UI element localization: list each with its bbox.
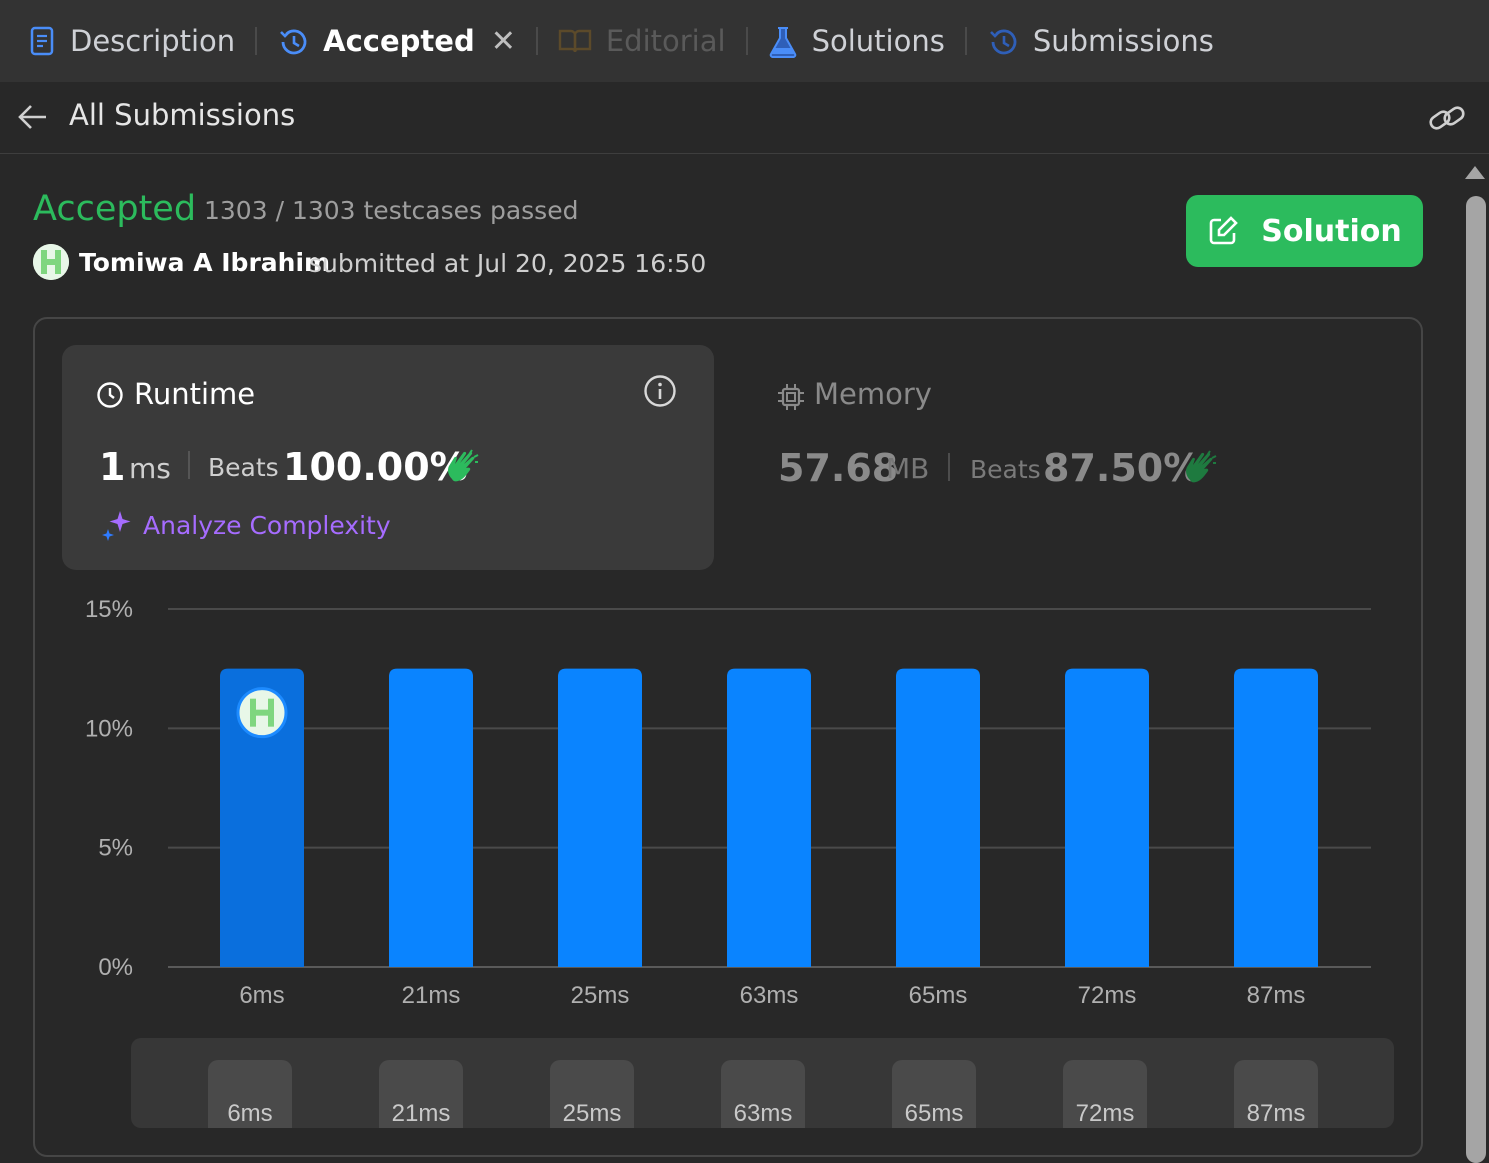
edit-icon <box>1209 216 1239 245</box>
sparkle-icon <box>100 509 134 543</box>
y-tick-label: 10% <box>85 715 133 742</box>
solution-button[interactable]: Solution <box>1186 195 1423 267</box>
memory-title[interactable]: Memory <box>814 377 932 411</box>
all-submissions-link[interactable]: All Submissions <box>69 98 295 132</box>
mini-bar: 63ms <box>721 1060 805 1128</box>
tab-separator <box>745 27 748 55</box>
tab-accepted[interactable]: Accepted ✕ <box>277 0 516 82</box>
tab-label: Submissions <box>1032 24 1214 58</box>
testcases-passed: 1303 / 1303 testcases passed <box>204 196 579 225</box>
info-icon[interactable] <box>643 374 677 408</box>
tab-label: Editorial <box>605 24 726 58</box>
avatar[interactable] <box>33 244 69 280</box>
runtime-title: Runtime <box>134 377 256 411</box>
tab-separator <box>535 27 538 55</box>
tab-label: Accepted <box>323 24 475 58</box>
x-tick-label: 87ms <box>1247 982 1306 1009</box>
tab-separator <box>964 27 967 55</box>
x-tick-label: 6ms <box>239 982 284 1009</box>
mini-bar: 25ms <box>550 1060 634 1128</box>
memory-value: 57.68 <box>778 446 899 490</box>
bar[interactable] <box>389 668 473 967</box>
tab-separator <box>255 27 258 55</box>
book-icon <box>558 26 592 56</box>
clap-icon <box>444 449 480 485</box>
tab-solutions[interactable]: Solutions <box>768 0 945 82</box>
divider <box>188 451 190 479</box>
description-icon <box>30 26 56 56</box>
bar[interactable] <box>1065 668 1149 967</box>
close-icon[interactable]: ✕ <box>491 24 516 59</box>
mini-bar: 21ms <box>379 1060 463 1128</box>
tab-bar: Description Accepted ✕ Editorial Solutio… <box>0 0 1489 82</box>
author-name[interactable]: Tomiwa A Ibrahim <box>79 248 330 277</box>
mini-bar: 6ms <box>208 1060 292 1128</box>
bar[interactable] <box>558 668 642 967</box>
x-tick-label: 72ms <box>1078 982 1137 1009</box>
arrow-left-icon[interactable] <box>16 100 50 134</box>
mini-bar: 72ms <box>1063 1060 1147 1128</box>
bar[interactable] <box>896 668 980 967</box>
memory-beats-percent: 87.50% <box>1043 446 1202 490</box>
x-tick-label: 25ms <box>571 982 630 1009</box>
chip-icon <box>776 382 806 412</box>
y-tick-label: 5% <box>98 835 133 862</box>
analyze-complexity-link[interactable]: Analyze Complexity <box>143 511 391 540</box>
tab-submissions[interactable]: Submissions <box>987 0 1214 82</box>
runtime-distribution-chart: 0% 5% 10% 15% 6ms 21ms 25ms 63ms 65ms 72ms 87ms <box>85 596 1371 1009</box>
y-tick-label: 0% <box>98 954 133 981</box>
tab-label: Solutions <box>811 24 945 58</box>
submitted-time: submitted at Jul 20, 2025 16:50 <box>309 249 707 278</box>
memory-unit: MB <box>886 452 930 485</box>
tab-description[interactable]: Description <box>30 0 235 82</box>
runtime-beats-percent: 100.00% <box>283 445 468 489</box>
x-tick-label: 21ms <box>402 982 461 1009</box>
mini-bar: 87ms <box>1234 1060 1318 1128</box>
tab-label: Description <box>70 24 236 58</box>
bar[interactable] <box>727 668 811 967</box>
runtime-value: 1 <box>99 445 126 489</box>
x-tick-label: 65ms <box>909 982 968 1009</box>
clock-icon <box>96 381 124 409</box>
scroll-up-arrow-icon[interactable] <box>1464 163 1486 183</box>
memory-beats-label: Beats <box>970 455 1041 484</box>
bar[interactable] <box>1234 668 1318 967</box>
link-icon[interactable] <box>1427 100 1467 136</box>
history-icon <box>277 26 309 56</box>
divider <box>948 453 950 481</box>
clap-icon <box>1182 450 1218 486</box>
runtime-panel[interactable]: Runtime 1 ms Beats 100.00% Analyze Compl… <box>62 345 714 570</box>
range-selector-strip[interactable]: 6ms 21ms 25ms 63ms 65ms 72ms 87ms <box>131 1038 1394 1128</box>
flask-icon <box>768 26 798 58</box>
avatar-glyph <box>250 709 274 716</box>
x-tick-label: 63ms <box>740 982 799 1009</box>
tab-editorial[interactable]: Editorial <box>558 0 726 82</box>
mini-bar: 65ms <box>892 1060 976 1128</box>
runtime-unit: ms <box>129 452 171 485</box>
y-tick-label: 15% <box>85 596 133 623</box>
submission-header: All Submissions <box>0 82 1489 154</box>
runtime-beats-label: Beats <box>208 453 279 482</box>
solution-button-label: Solution <box>1261 213 1402 249</box>
status-label: Accepted <box>33 189 197 229</box>
history-icon <box>987 26 1019 56</box>
scrollbar-thumb[interactable] <box>1466 196 1486 1163</box>
